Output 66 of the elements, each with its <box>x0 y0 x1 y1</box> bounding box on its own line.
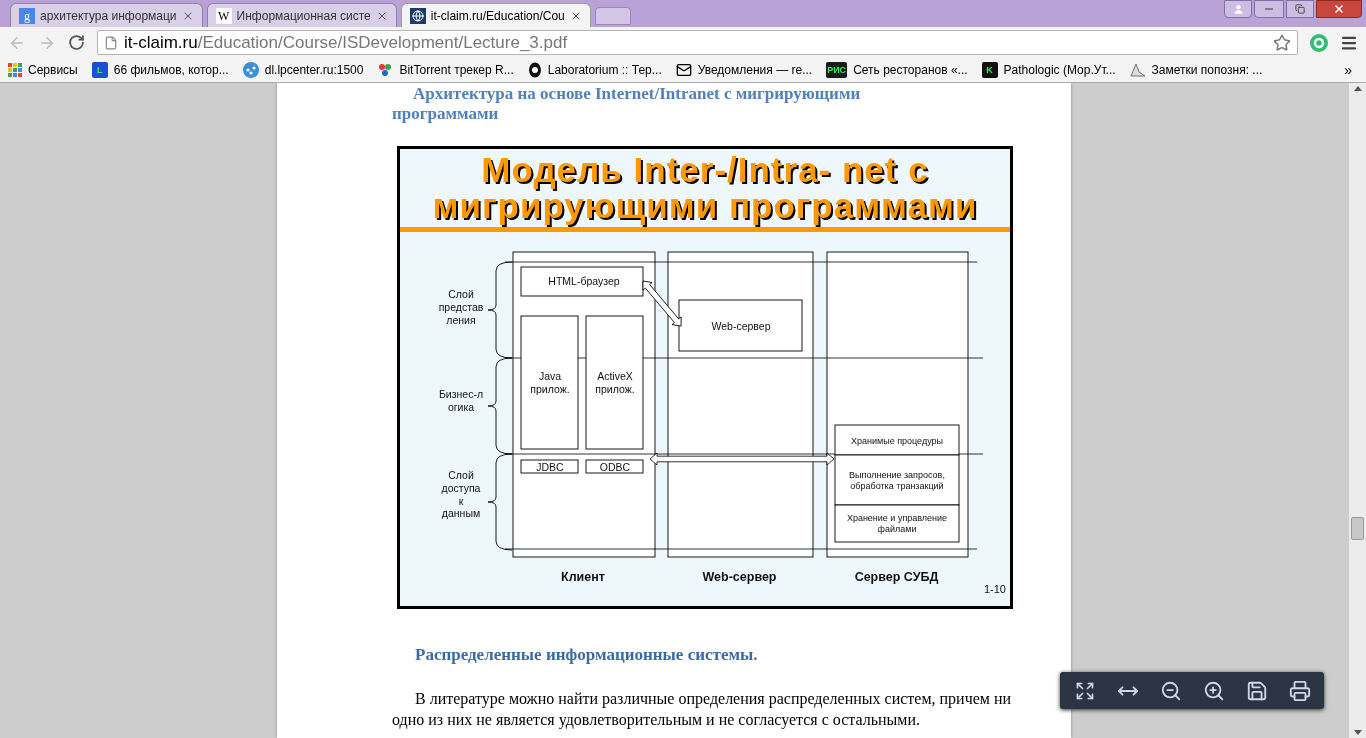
scroll-thumb[interactable] <box>1351 517 1364 540</box>
close-button[interactable] <box>1316 0 1362 18</box>
save-icon <box>1245 679 1268 702</box>
bookmark-item[interactable]: K Pathologic (Мор.Ут... <box>981 61 1116 79</box>
component-label: Java прилож. <box>530 370 570 395</box>
url-text: it-claim.ru/Education/Course/ISDevelopment/Lecture_3.pdf <box>124 31 569 54</box>
fit-page-icon <box>1074 680 1095 701</box>
site-icon: РИС <box>826 62 848 78</box>
component-label: ActiveX прилож. <box>595 370 635 395</box>
bookmark-item[interactable]: Laboratorium :: Тер... <box>527 61 662 79</box>
layer-label: Бизнес-л огика <box>438 388 484 413</box>
slide-title: мигрирующими программами <box>432 188 978 224</box>
component-label: JDBC <box>536 460 564 473</box>
component-label: ODBC <box>599 460 631 473</box>
bookmark-item[interactable]: BitTorrent трекер R... <box>377 61 514 79</box>
profile-button[interactable] <box>1224 0 1252 18</box>
bird-icon <box>1129 63 1146 77</box>
restore-button[interactable] <box>1286 0 1314 18</box>
tier-label: Клиент <box>561 570 605 584</box>
section-heading: Распределенные информационные системы. <box>415 644 759 666</box>
slide-title: Модель Inter-/Intra- net с <box>481 152 929 188</box>
site-icon: g <box>19 7 35 24</box>
component-label: Хранимые процедуры <box>851 435 943 446</box>
close-icon <box>1333 3 1345 15</box>
browser-tab[interactable]: W Информационная систе <box>206 3 397 27</box>
component-box <box>585 459 644 474</box>
zoom-in-icon <box>1202 679 1225 702</box>
document-heading: Архитектура на основе Internet/Intranet с мигрирующими программами <box>392 84 862 124</box>
tier-label: Сервер СУБД <box>854 570 939 584</box>
print-icon <box>1288 679 1311 702</box>
envelope-icon <box>675 62 692 78</box>
layer-label: Слой доступа к данным <box>441 469 481 520</box>
bookmark-item[interactable]: Заметки попозня: ... <box>1129 61 1263 79</box>
component-label: Выполнение запросов, обработка транзакций <box>849 469 945 491</box>
double-arrow <box>642 280 682 327</box>
site-icon: L <box>91 62 108 78</box>
bookmark-item[interactable]: L 66 фильмов, котор... <box>91 61 229 79</box>
tier-label: Web-сервер <box>702 570 777 584</box>
layer-label: Слой представ ления <box>438 288 484 326</box>
reload-icon[interactable] <box>68 34 85 51</box>
bookmark-item[interactable]: dl.lpcenter.ru:1500 <box>242 61 364 79</box>
bookmark-item[interactable]: РИС Сеть ресторанов «... <box>826 61 968 79</box>
browser-tab[interactable]: it-claim.ru/Education/Cou <box>400 3 591 27</box>
component-label: HTML-браузер <box>548 275 620 287</box>
apps-grid-icon <box>8 63 22 77</box>
body-paragraph: В литературе можно найти различные определения распределенных систем, причем ни одно из них не является удовлетворительным и не согласуется с остальными. <box>392 688 1013 730</box>
page-icon <box>104 35 118 50</box>
browser-tab[interactable]: g архитектура информаци <box>10 3 203 27</box>
more-bookmarks[interactable]: » <box>1344 59 1352 81</box>
component-label: Хранение и управление файлами <box>846 513 948 535</box>
page-number: 1-10 <box>983 583 1006 595</box>
zoom-out-icon <box>1159 679 1182 702</box>
bookmark-star-icon[interactable] <box>1273 33 1291 52</box>
component-box <box>520 459 579 474</box>
bookmark-item[interactable]: Уведомления — re... <box>675 61 813 79</box>
scroll-down-icon[interactable] <box>1353 730 1362 735</box>
address-field[interactable]: it-claim.ru/Education/Course/ISDevelopment/Lecture_3.pdf <box>97 30 1298 55</box>
restore-icon <box>1295 4 1305 14</box>
component-label: Web-сервер <box>711 320 771 332</box>
user-icon <box>1232 3 1244 15</box>
bookmark-item[interactable]: Сервисы <box>8 61 78 79</box>
scroll-up-icon[interactable] <box>1353 86 1362 91</box>
scrollbar[interactable] <box>1349 83 1366 738</box>
site-icon: W <box>215 7 232 24</box>
site-icon <box>377 62 394 78</box>
site-icon: K <box>981 62 998 78</box>
